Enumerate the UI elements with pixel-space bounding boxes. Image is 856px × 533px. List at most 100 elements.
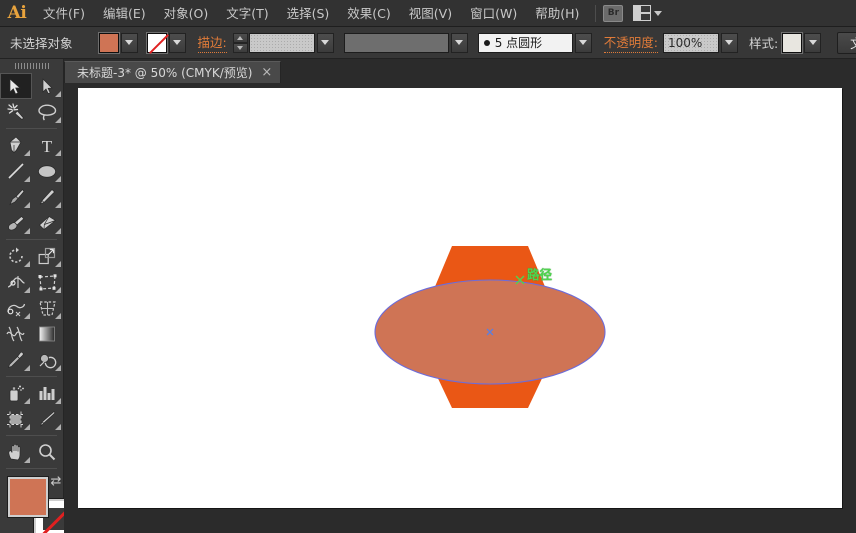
canvas-area[interactable]: 路径: [64, 83, 856, 533]
mesh-tool[interactable]: [0, 321, 32, 347]
brush-definition-control[interactable]: 5 点圆形: [477, 32, 592, 53]
fill-dropdown-button[interactable]: [120, 32, 138, 53]
swap-fill-stroke-icon[interactable]: ⇄: [49, 475, 63, 489]
chevron-down-icon: [125, 40, 134, 45]
brush-definition-dropdown[interactable]: [574, 32, 592, 53]
stroke-weight-field[interactable]: [248, 32, 315, 53]
fill-swatch[interactable]: [98, 32, 119, 53]
tool-row: [0, 99, 63, 125]
artboard[interactable]: 路径: [78, 88, 842, 508]
document-tab[interactable]: 未标题-3* @ 50% (CMYK/预览) ×: [64, 61, 282, 83]
variable-width-profile-control[interactable]: [343, 32, 468, 53]
fill-color-box[interactable]: [8, 477, 48, 517]
tool-row: [0, 269, 63, 295]
slice-tool[interactable]: [32, 406, 64, 432]
tool-divider: [6, 128, 57, 129]
menu-effect[interactable]: 效果(C): [338, 0, 399, 27]
tools-panel-grip[interactable]: [0, 59, 63, 73]
brush-definition-field[interactable]: 5 点圆形: [477, 32, 573, 53]
stroke-weight-label[interactable]: 描边:: [197, 32, 227, 53]
menu-select[interactable]: 选择(S): [278, 0, 339, 27]
menu-help[interactable]: 帮助(H): [526, 0, 588, 27]
arrange-layout-icon: [633, 5, 652, 21]
brush-definition-value: 5 点圆形: [494, 36, 543, 50]
illustrator-window: Ai 文件(F) 编辑(E) 对象(O) 文字(T) 选择(S) 效果(C) 视…: [0, 0, 856, 533]
eraser-tool[interactable]: [32, 210, 64, 236]
opacity-field[interactable]: 100%: [662, 32, 719, 53]
stroke-dropdown-button[interactable]: [168, 32, 186, 53]
graphic-style-control[interactable]: [782, 32, 822, 53]
ellipse-tool[interactable]: [32, 158, 64, 184]
grip-lines-icon: [14, 63, 49, 69]
menu-file[interactable]: 文件(F): [34, 0, 94, 27]
graphic-style-swatch[interactable]: [782, 32, 803, 53]
pen-tool[interactable]: [0, 132, 32, 158]
stroke-weight-stepper[interactable]: [232, 32, 248, 53]
stroke-swatch-none[interactable]: [146, 32, 167, 53]
blob-brush-tool[interactable]: [0, 210, 32, 236]
arrange-documents-button[interactable]: [633, 5, 663, 21]
zoom-tool[interactable]: [32, 439, 64, 465]
style-label: 样式:: [748, 36, 779, 51]
tool-row: [0, 406, 63, 432]
tool-group-corner: [55, 398, 61, 404]
tool-row: [0, 158, 63, 184]
type-tool[interactable]: T: [32, 132, 64, 158]
gradient-tool[interactable]: [32, 321, 64, 347]
menu-object[interactable]: 对象(O): [155, 0, 218, 27]
opacity-label[interactable]: 不透明度:: [603, 32, 658, 53]
tool-row: [0, 243, 63, 269]
opacity-control[interactable]: 100%: [662, 32, 738, 53]
menu-view[interactable]: 视图(V): [400, 0, 461, 27]
width-profile-dropdown[interactable]: [450, 32, 468, 53]
selection-tool[interactable]: [0, 73, 32, 99]
shape-builder-tool[interactable]: [0, 295, 32, 321]
perspective-grid-tool[interactable]: [32, 295, 64, 321]
menu-edit[interactable]: 编辑(E): [94, 0, 155, 27]
app-logo: Ai: [7, 3, 27, 23]
rotate-tool[interactable]: [0, 243, 32, 269]
document-setup-button[interactable]: 文档设置: [837, 31, 856, 54]
tool-row: [0, 380, 63, 406]
magic-wand-tool[interactable]: [0, 99, 32, 125]
chevron-down-icon: [579, 40, 588, 45]
scale-tool[interactable]: [32, 243, 64, 269]
tool-group-corner: [55, 228, 61, 234]
free-transform-tool[interactable]: [32, 269, 64, 295]
width-tool[interactable]: [0, 269, 32, 295]
control-bar: 未选择对象 描边: 5 点圆形 不透明度: 100% 样式:: [0, 27, 856, 59]
menu-window[interactable]: 窗口(W): [461, 0, 526, 27]
tools-panel: T ⇄: [0, 59, 74, 533]
blend-tool[interactable]: [32, 347, 64, 373]
opacity-dropdown[interactable]: [720, 32, 738, 53]
tool-group-corner: [55, 261, 61, 267]
paintbrush-tool[interactable]: [0, 184, 32, 210]
selection-status-label: 未选择对象: [10, 36, 73, 51]
width-profile-field[interactable]: [343, 32, 449, 53]
tool-group-corner: [23, 202, 30, 208]
stepper-up[interactable]: [232, 32, 248, 43]
artboard-tool[interactable]: [0, 406, 32, 432]
lasso-tool[interactable]: [32, 99, 64, 125]
graphic-style-dropdown[interactable]: [804, 32, 822, 53]
direct-selection-tool[interactable]: [32, 73, 64, 99]
column-graph-tool[interactable]: [32, 380, 64, 406]
stroke-color-control[interactable]: [146, 32, 186, 53]
pencil-tool[interactable]: [32, 184, 64, 210]
symbol-sprayer-tool[interactable]: [0, 380, 32, 406]
menu-bar: Ai 文件(F) 编辑(E) 对象(O) 文字(T) 选择(S) 效果(C) 视…: [0, 0, 856, 27]
tool-group-corner: [55, 91, 61, 97]
tool-group-corner: [23, 424, 30, 430]
stroke-weight-control[interactable]: [232, 32, 334, 53]
hand-tool[interactable]: [0, 439, 32, 465]
tool-row: [0, 210, 63, 236]
stroke-weight-dropdown[interactable]: [316, 32, 334, 53]
menu-type[interactable]: 文字(T): [217, 0, 277, 27]
line-segment-tool[interactable]: [0, 158, 32, 184]
stepper-down[interactable]: [232, 42, 248, 53]
fill-color-control[interactable]: [98, 32, 138, 53]
tool-group-corner: [23, 457, 30, 463]
eyedropper-tool[interactable]: [0, 347, 32, 373]
bridge-icon[interactable]: Br: [603, 4, 624, 22]
close-icon[interactable]: ×: [261, 66, 272, 79]
